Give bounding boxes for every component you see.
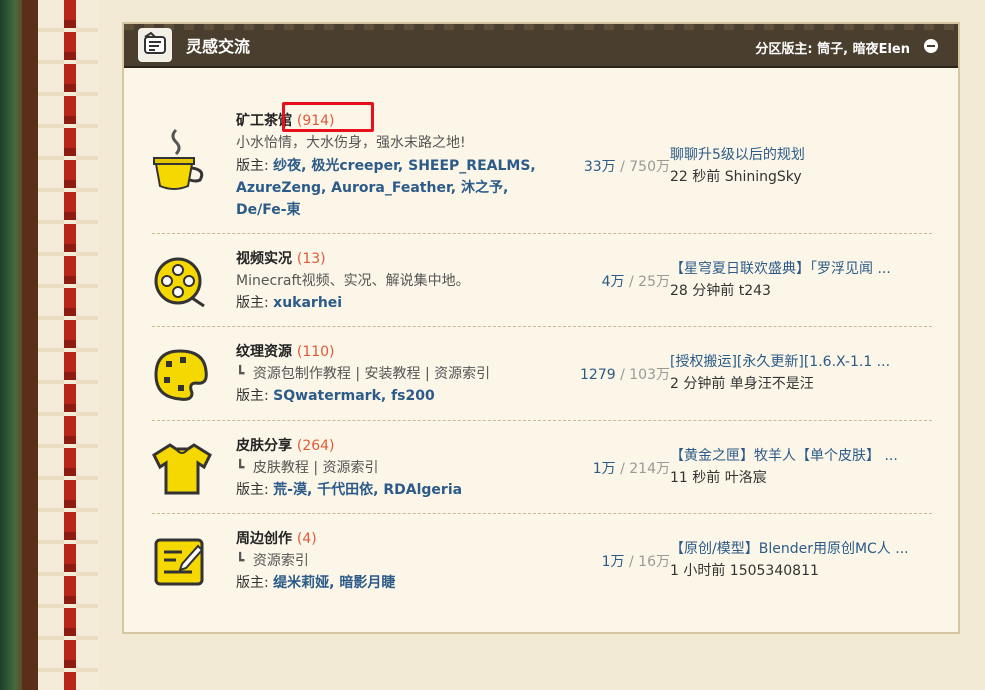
last-post: [授权搬运][永久更新][1.6.X-1.1 ... 2 分钟前 单身汪不是汪 <box>670 351 930 395</box>
forum-row: 皮肤分享 (264) ┗ 皮肤教程 | 资源索引 版主: 荒-漠, 千代田依, … <box>152 421 932 514</box>
last-post-meta[interactable]: 28 分钟前 t243 <box>670 280 930 302</box>
forum-info: 皮肤分享 (264) ┗ 皮肤教程 | 资源索引 版主: 荒-漠, 千代田依, … <box>236 435 536 500</box>
post-count: 103万 <box>629 367 670 383</box>
shirt-icon[interactable] <box>152 441 212 501</box>
forum-stats: 4万 / 25万 <box>601 274 670 290</box>
forum-info: 纹理资源 (110) ┗ 资源包制作教程 | 安装教程 | 资源索引 版主: S… <box>236 341 536 406</box>
last-post-title[interactable]: 【原创/模型】Blender用原创MC人 ... <box>670 538 930 560</box>
forum-name[interactable]: 皮肤分享 <box>236 438 292 454</box>
forum-sublinks: ┗ 资源包制作教程 | 安装教程 | 资源索引 <box>236 366 491 382</box>
forum-moderators: 版主: 纱夜, 极光creeper, SHEEP_REALMS, AzureZe… <box>236 155 536 221</box>
forum-row: 纹理资源 (110) ┗ 资源包制作教程 | 安装教程 | 资源索引 版主: S… <box>152 327 932 421</box>
moderator-links[interactable]: AzureZeng, Aurora_Feather, 沐之予, <box>236 180 508 196</box>
scroll-logo-icon <box>138 28 172 62</box>
moderator-links[interactable]: 缇米莉娅, 暗影月睫 <box>273 575 395 591</box>
moderator-label: 版主: <box>236 575 269 591</box>
collapse-icon[interactable] <box>924 39 938 53</box>
last-post: 【黄金之匣】牧羊人【单个皮肤】 ... 11 秒前 叶洛宸 <box>670 445 930 489</box>
moderator-links[interactable]: SQwatermark, fs200 <box>273 388 435 404</box>
forum-description: Minecraft视频、实况、解说集中地。 <box>236 273 470 289</box>
forum-section-panel: 灵感交流 分区版主: 筒子, 暗夜Elen 矿工茶馆 (914) 小水怡情，大水… <box>122 22 960 634</box>
pencil-note-icon[interactable] <box>152 534 208 594</box>
thread-count: 33万 <box>583 159 616 175</box>
forum-list: 矿工茶馆 (914) 小水怡情，大水伤身，强水末路之地! 版主: 纱夜, 极光c… <box>152 90 932 608</box>
forum-moderators: 版主: 荒-漠, 千代田依, RDAlgeria <box>236 480 536 500</box>
forum-stats: 1万 / 16万 <box>601 554 670 570</box>
section-header: 灵感交流 分区版主: 筒子, 暗夜Elen <box>124 24 958 68</box>
forum-new-count: (4) <box>296 531 317 547</box>
forum-row: 矿工茶馆 (914) 小水怡情，大水伤身，强水末路之地! 版主: 纱夜, 极光c… <box>152 90 932 234</box>
forum-new-count: (110) <box>296 344 335 360</box>
film-reel-icon[interactable] <box>152 254 210 316</box>
moderator-label: 版主: <box>236 388 269 404</box>
thread-count: 1万 <box>592 461 616 477</box>
post-count: 214万 <box>629 461 670 477</box>
palette-icon[interactable] <box>152 347 212 407</box>
teacup-icon[interactable] <box>152 128 210 198</box>
last-post-title[interactable]: 【黄金之匣】牧羊人【单个皮肤】 ... <box>670 445 930 467</box>
forum-new-count: (264) <box>296 438 335 454</box>
last-post-title[interactable]: [授权搬运][永久更新][1.6.X-1.1 ... <box>670 351 930 373</box>
section-title[interactable]: 灵感交流 <box>186 33 250 57</box>
post-count: 750万 <box>629 159 670 175</box>
last-post: 聊聊升5级以后的规划 22 秒前 ShiningSky <box>670 144 930 188</box>
post-count: 16万 <box>638 554 670 570</box>
forum-stats: 33万 / 750万 <box>583 159 670 175</box>
section-moderators: 分区版主: 筒子, 暗夜Elen <box>755 42 910 57</box>
forum-name[interactable]: 周边创作 <box>236 531 292 547</box>
forum-info: 周边创作 (4) ┗ 资源索引 版主: 缇米莉娅, 暗影月睫 <box>236 528 536 593</box>
thread-count: 1279 <box>580 367 616 383</box>
moderator-links[interactable]: 荒-漠, 千代田依, RDAlgeria <box>273 482 462 498</box>
moderator-label: 版主: <box>236 295 269 311</box>
left-red-stripe <box>64 0 76 690</box>
last-post-meta[interactable]: 1 小时前 1505340811 <box>670 560 930 582</box>
forum-info: 矿工茶馆 (914) 小水怡情，大水伤身，强水末路之地! 版主: 纱夜, 极光c… <box>236 110 536 221</box>
moderator-links[interactable]: 纱夜, 极光creeper, SHEEP_REALMS, <box>273 158 536 174</box>
forum-moderators: 版主: SQwatermark, fs200 <box>236 386 536 406</box>
sublink-list[interactable]: 资源包制作教程 | 安装教程 | 资源索引 <box>253 366 490 382</box>
post-count: 25万 <box>638 274 670 290</box>
moderator-label: 版主: <box>236 482 269 498</box>
moderator-links[interactable]: De/Fe-東 <box>236 202 301 218</box>
forum-moderators: 版主: xukarhei <box>236 293 536 313</box>
forum-name[interactable]: 纹理资源 <box>236 344 292 360</box>
forum-sublinks: ┗ 资源索引 <box>236 553 309 569</box>
sublink-list[interactable]: 资源索引 <box>253 553 309 569</box>
last-post-meta[interactable]: 2 分钟前 单身汪不是汪 <box>670 373 930 395</box>
last-post: 【原创/模型】Blender用原创MC人 ... 1 小时前 150534081… <box>670 538 930 582</box>
forum-row: 周边创作 (4) ┗ 资源索引 版主: 缇米莉娅, 暗影月睫 1万 / 16万 … <box>152 514 932 608</box>
forum-info: 视频实况 (13) Minecraft视频、实况、解说集中地。 版主: xuka… <box>236 248 536 313</box>
last-post-meta[interactable]: 22 秒前 ShiningSky <box>670 166 930 188</box>
moderator-links[interactable]: xukarhei <box>273 295 342 311</box>
forum-stats: 1279 / 103万 <box>580 367 670 383</box>
last-post-title[interactable]: 聊聊升5级以后的规划 <box>670 144 930 166</box>
left-decoration <box>0 0 22 690</box>
last-post-title[interactable]: 【星穹夏日联欢盛典】「罗浮见闻 ... <box>670 258 930 280</box>
forum-description: 小水怡情，大水伤身，强水末路之地! <box>236 135 466 151</box>
last-post-meta[interactable]: 11 秒前 叶洛宸 <box>670 467 930 489</box>
left-wood-border <box>22 0 38 690</box>
highlight-annotation-box <box>282 102 374 132</box>
forum-new-count: (13) <box>296 251 326 267</box>
forum-moderators: 版主: 缇米莉娅, 暗影月睫 <box>236 573 536 593</box>
forum-name[interactable]: 视频实况 <box>236 251 292 267</box>
forum-row: 视频实况 (13) Minecraft视频、实况、解说集中地。 版主: xuka… <box>152 234 932 327</box>
thread-count: 1万 <box>601 554 625 570</box>
moderator-label: 版主: <box>236 158 269 174</box>
forum-stats: 1万 / 214万 <box>592 461 670 477</box>
sublink-list[interactable]: 皮肤教程 | 资源索引 <box>253 460 379 476</box>
thread-count: 4万 <box>601 274 625 290</box>
forum-sublinks: ┗ 皮肤教程 | 资源索引 <box>236 460 379 476</box>
last-post: 【星穹夏日联欢盛典】「罗浮见闻 ... 28 分钟前 t243 <box>670 258 930 302</box>
